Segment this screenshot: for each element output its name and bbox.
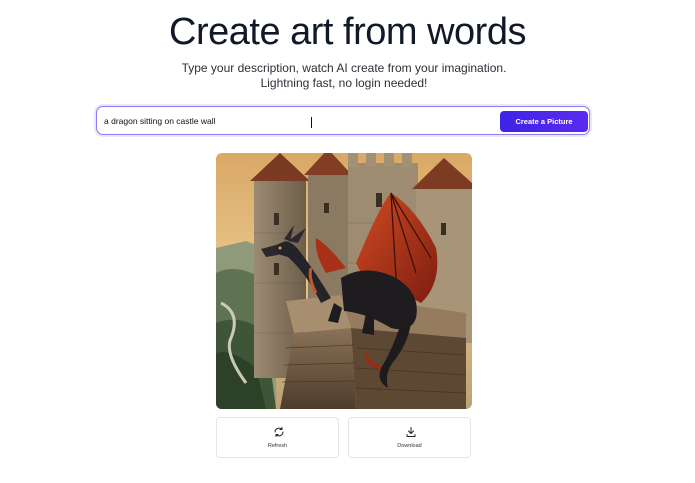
- subtitle-line-1: Type your description, watch AI create f…: [181, 61, 507, 75]
- prompt-form: Create a Picture: [96, 106, 590, 135]
- refresh-icon: [217, 425, 340, 439]
- refresh-button[interactable]: Refresh: [216, 417, 339, 458]
- generated-image: ~: [216, 153, 472, 409]
- download-button[interactable]: Download: [348, 417, 471, 458]
- create-picture-button[interactable]: Create a Picture: [500, 111, 588, 132]
- download-icon: [349, 425, 472, 439]
- refresh-label: Refresh: [267, 443, 288, 449]
- subtitle-line-2: Lightning fast, no login needed!: [260, 76, 428, 90]
- download-label: Download: [397, 443, 422, 449]
- page: Create art from words Type your descript…: [0, 0, 695, 483]
- text-caret: [311, 117, 312, 128]
- prompt-input[interactable]: [104, 113, 484, 129]
- page-title: Create art from words: [169, 11, 526, 53]
